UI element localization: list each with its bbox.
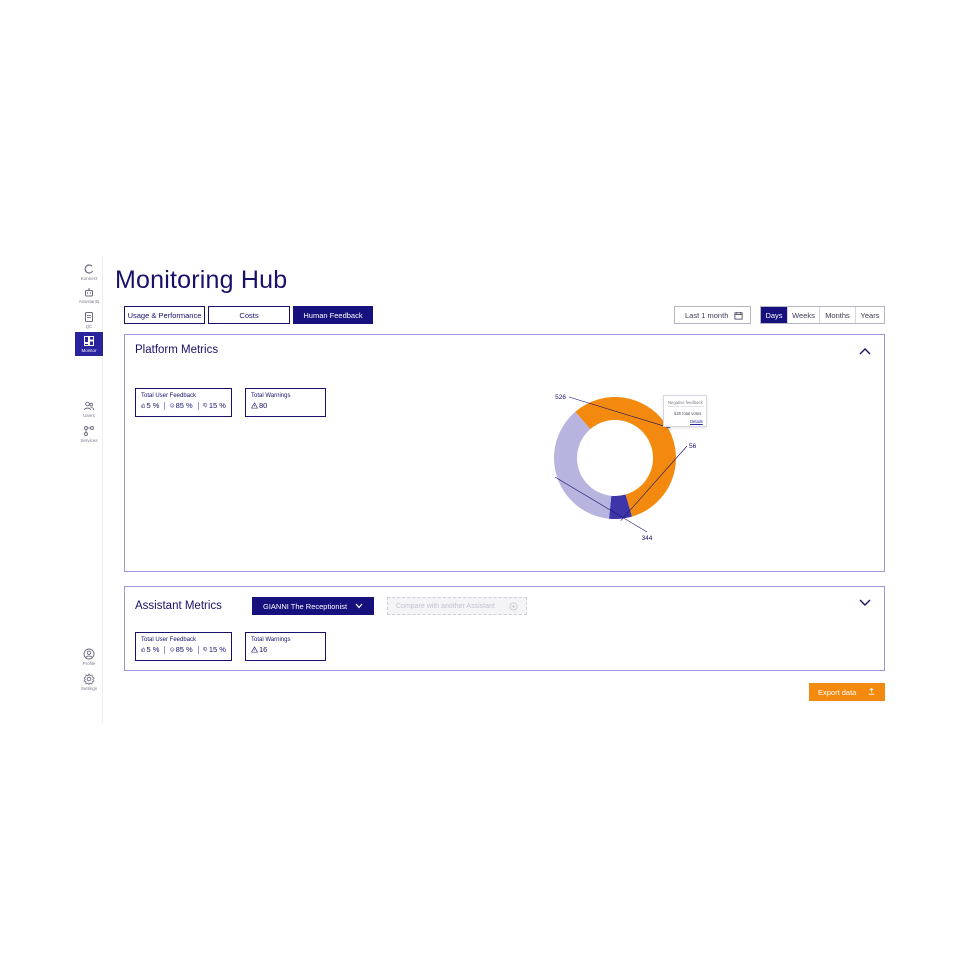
platform-metrics-title: Platform Metrics — [135, 344, 219, 356]
sidebar-item-monitor[interactable]: Monitor — [75, 332, 103, 356]
profile-icon — [83, 648, 95, 659]
sidebar-item-label: QC — [85, 323, 93, 329]
positive-value: 5 % — [146, 401, 160, 410]
sidebar: Konnect Assistants QC Monitor Users Serv… — [75, 256, 103, 724]
slice-label: 56 — [689, 443, 697, 450]
sidebar-item-konnect[interactable]: Konnect — [75, 260, 103, 284]
sidebar-item-label: Monitor — [81, 347, 97, 353]
donut-slice[interactable] — [554, 411, 612, 519]
divider — [197, 645, 199, 654]
card-title: Total Warnings — [251, 637, 291, 643]
warning-icon — [251, 646, 258, 653]
chevron-up-icon[interactable] — [859, 347, 871, 355]
sidebar-item-qc[interactable]: QC — [75, 308, 103, 332]
platform-metrics-panel: Platform Metrics Total User Feedback 5 %… — [124, 334, 885, 572]
warnings-value: 80 — [259, 401, 268, 410]
sidebar-item-label: Services — [80, 437, 98, 443]
chevron-down-icon[interactable] — [859, 599, 871, 607]
positive-value: 5 % — [146, 645, 160, 654]
period-toggle: Days Weeks Months Years — [760, 306, 885, 324]
thumbs-up-icon — [141, 403, 146, 408]
divider — [164, 401, 166, 410]
plus-circle-icon — [509, 602, 518, 611]
thumbs-down-icon — [203, 647, 208, 652]
total-warnings-card: Total Warnings 16 — [245, 632, 326, 661]
total-user-feedback-card: Total User Feedback 5 % 85 % 15 % — [135, 632, 232, 661]
tooltip-divider — [668, 406, 704, 407]
sidebar-item-label: Profile — [82, 660, 96, 666]
negative-value: 15 % — [208, 401, 226, 410]
services-icon — [84, 425, 94, 436]
compare-label: Compare with another Assistant — [396, 602, 495, 610]
calendar-icon — [734, 311, 743, 320]
divider — [197, 401, 199, 410]
sidebar-item-settings[interactable]: Settings — [75, 670, 103, 694]
warning-icon — [251, 402, 258, 409]
tab-human-feedback[interactable]: Human Feedback — [293, 306, 373, 324]
qc-icon — [85, 311, 93, 322]
sidebar-item-label: Konnect — [80, 275, 98, 281]
tooltip-details-link[interactable]: Details — [690, 419, 703, 424]
period-months[interactable]: Months — [820, 307, 856, 323]
sidebar-item-label: Settings — [80, 685, 98, 691]
page-title: Monitoring Hub — [115, 266, 288, 294]
sidebar-item-label: Assistants — [78, 298, 100, 304]
chevron-down-icon — [355, 603, 363, 609]
chart-tooltip: Negative feedback 526 total votes Detail… — [663, 395, 707, 427]
neutral-face-icon — [170, 403, 175, 408]
period-days[interactable]: Days — [761, 307, 788, 323]
thumbs-down-icon — [203, 403, 208, 408]
tab-costs[interactable]: Costs — [208, 306, 290, 324]
date-range-picker[interactable]: Last 1 month — [674, 306, 751, 324]
sidebar-item-services[interactable]: Services — [75, 422, 103, 446]
export-label: Export data — [818, 687, 857, 697]
sidebar-item-assistants[interactable]: Assistants — [75, 283, 103, 307]
neutral-value: 85 % — [175, 645, 193, 654]
total-warnings-card: Total Warnings 80 — [245, 388, 326, 417]
tooltip-votes: 526 total votes — [674, 411, 702, 416]
slice-label: 526 — [555, 394, 566, 401]
robot-icon — [85, 287, 93, 296]
tab-usage-performance[interactable]: Usage & Performance — [124, 306, 205, 324]
card-title: Total User Feedback — [141, 637, 197, 643]
sidebar-item-label: Users — [83, 412, 95, 418]
thumbs-up-icon — [141, 647, 146, 652]
export-icon — [868, 687, 875, 695]
warnings-value: 16 — [259, 645, 268, 654]
card-title: Total User Feedback — [141, 393, 197, 399]
sidebar-item-profile[interactable]: Profile — [75, 645, 103, 669]
negative-value: 15 % — [208, 645, 226, 654]
divider — [164, 645, 166, 654]
period-weeks[interactable]: Weeks — [788, 307, 820, 323]
neutral-face-icon — [170, 647, 175, 652]
tooltip-title: Negative feedback — [668, 400, 703, 405]
slice-label: 344 — [642, 535, 653, 542]
dashboard-icon — [84, 335, 94, 346]
gear-icon — [83, 672, 95, 685]
neutral-value: 85 % — [175, 401, 193, 410]
total-user-feedback-card: Total User Feedback 5 % 85 % 15 % — [135, 388, 232, 417]
date-range-value: Last 1 month — [685, 310, 729, 320]
konnect-icon — [84, 263, 94, 274]
period-years[interactable]: Years — [856, 307, 884, 323]
users-icon — [84, 401, 95, 410]
export-data-button[interactable]: Export data — [809, 683, 885, 701]
compare-assistant-button[interactable]: Compare with another Assistant — [387, 597, 527, 615]
sidebar-item-users[interactable]: Users — [75, 397, 103, 421]
assistant-select[interactable]: GIANNI The Receptionist — [252, 597, 374, 615]
card-title: Total Warnings — [251, 393, 291, 399]
assistant-metrics-title: Assistant Metrics — [135, 600, 222, 612]
assistant-select-value: GIANNI The Receptionist — [263, 601, 348, 611]
